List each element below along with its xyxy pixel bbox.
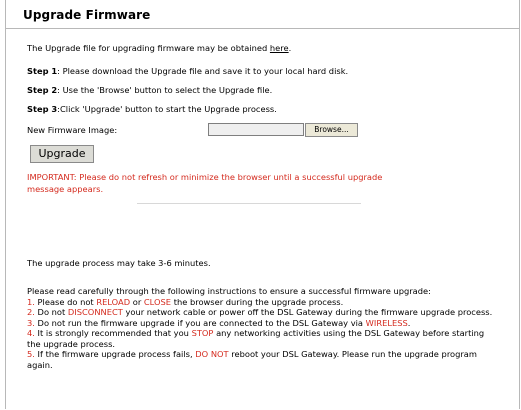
instructions-block: Please read carefully through the follow…: [27, 286, 497, 370]
duration-note: The upgrade process may take 3-6 minutes…: [27, 258, 211, 268]
instruction-highlight: DISCONNECT: [67, 307, 123, 317]
instruction-number: 4.: [27, 328, 35, 338]
instruction-text: your network cable or power off the DSL …: [122, 307, 493, 317]
step-2-label: Step 2: [27, 85, 58, 95]
instruction-highlight: STOP: [191, 328, 214, 338]
step-2-text: : Use the 'Browse' button to select the …: [57, 85, 273, 95]
intro-text: The Upgrade file for upgrading firmware …: [27, 43, 291, 53]
firmware-image-label: New Firmware Image:: [27, 125, 118, 135]
page-title: Upgrade Firmware: [23, 8, 151, 22]
firmware-file-input[interactable]: [208, 123, 304, 136]
instruction-number: 5.: [27, 349, 35, 359]
instructions-heading: Please read carefully through the follow…: [27, 286, 431, 296]
upgrade-firmware-panel: Upgrade Firmware The Upgrade file for up…: [5, 0, 520, 409]
intro-text-after: .: [288, 43, 292, 53]
instruction-text: .: [407, 317, 411, 328]
instruction-item: 1. Please do not RELOAD or CLOSE the bro…: [27, 297, 497, 308]
instruction-item: 5. If the firmware upgrade process fails…: [27, 349, 497, 370]
instruction-text: the browser during the upgrade process.: [171, 296, 344, 307]
upgrade-button[interactable]: Upgrade: [30, 145, 94, 163]
instruction-item: 2. Do not DISCONNECT your network cable …: [27, 307, 497, 318]
divider: [137, 203, 361, 204]
step-1: Step 1: Please download the Upgrade file…: [27, 66, 348, 76]
instruction-item: 3. Do not run the firmware upgrade if yo…: [27, 318, 497, 329]
intro-text-before: The Upgrade file for upgrading firmware …: [27, 43, 270, 53]
instruction-highlight: RELOAD: [96, 296, 131, 307]
instruction-text: Do not run the firmware upgrade if you a…: [34, 317, 366, 328]
instruction-number: 2.: [27, 307, 35, 317]
instruction-text: Do not: [34, 307, 68, 317]
browse-button[interactable]: Browse...: [305, 123, 358, 137]
step-3-label: Step 3: [27, 104, 58, 114]
step-3-text: :Click 'Upgrade' button to start the Upg…: [57, 104, 277, 114]
instruction-number: 1.: [27, 296, 35, 307]
step-1-text: : Please download the Upgrade file and s…: [57, 66, 349, 76]
instruction-text: If the firmware upgrade process fails,: [34, 349, 196, 359]
download-here-link[interactable]: here: [270, 43, 289, 53]
important-notice: IMPORTANT: Please do not refresh or mini…: [27, 172, 383, 194]
instruction-number: 3.: [27, 317, 35, 328]
step-1-label: Step 1: [27, 66, 58, 76]
step-2: Step 2: Use the 'Browse' button to selec…: [27, 85, 272, 95]
instruction-highlight: CLOSE: [143, 296, 172, 307]
instruction-item: 4. It is strongly recommended that you S…: [27, 328, 497, 349]
instruction-highlight: DO NOT: [195, 349, 229, 359]
step-3: Step 3:Click 'Upgrade' button to start t…: [27, 104, 277, 114]
title-bar: Upgrade Firmware: [6, 0, 519, 29]
instruction-highlight: WIRELESS: [365, 317, 408, 328]
instruction-text: It is strongly recommended that you: [34, 328, 192, 338]
instruction-text: Please do not: [34, 296, 97, 307]
instruction-text: or: [130, 296, 144, 307]
